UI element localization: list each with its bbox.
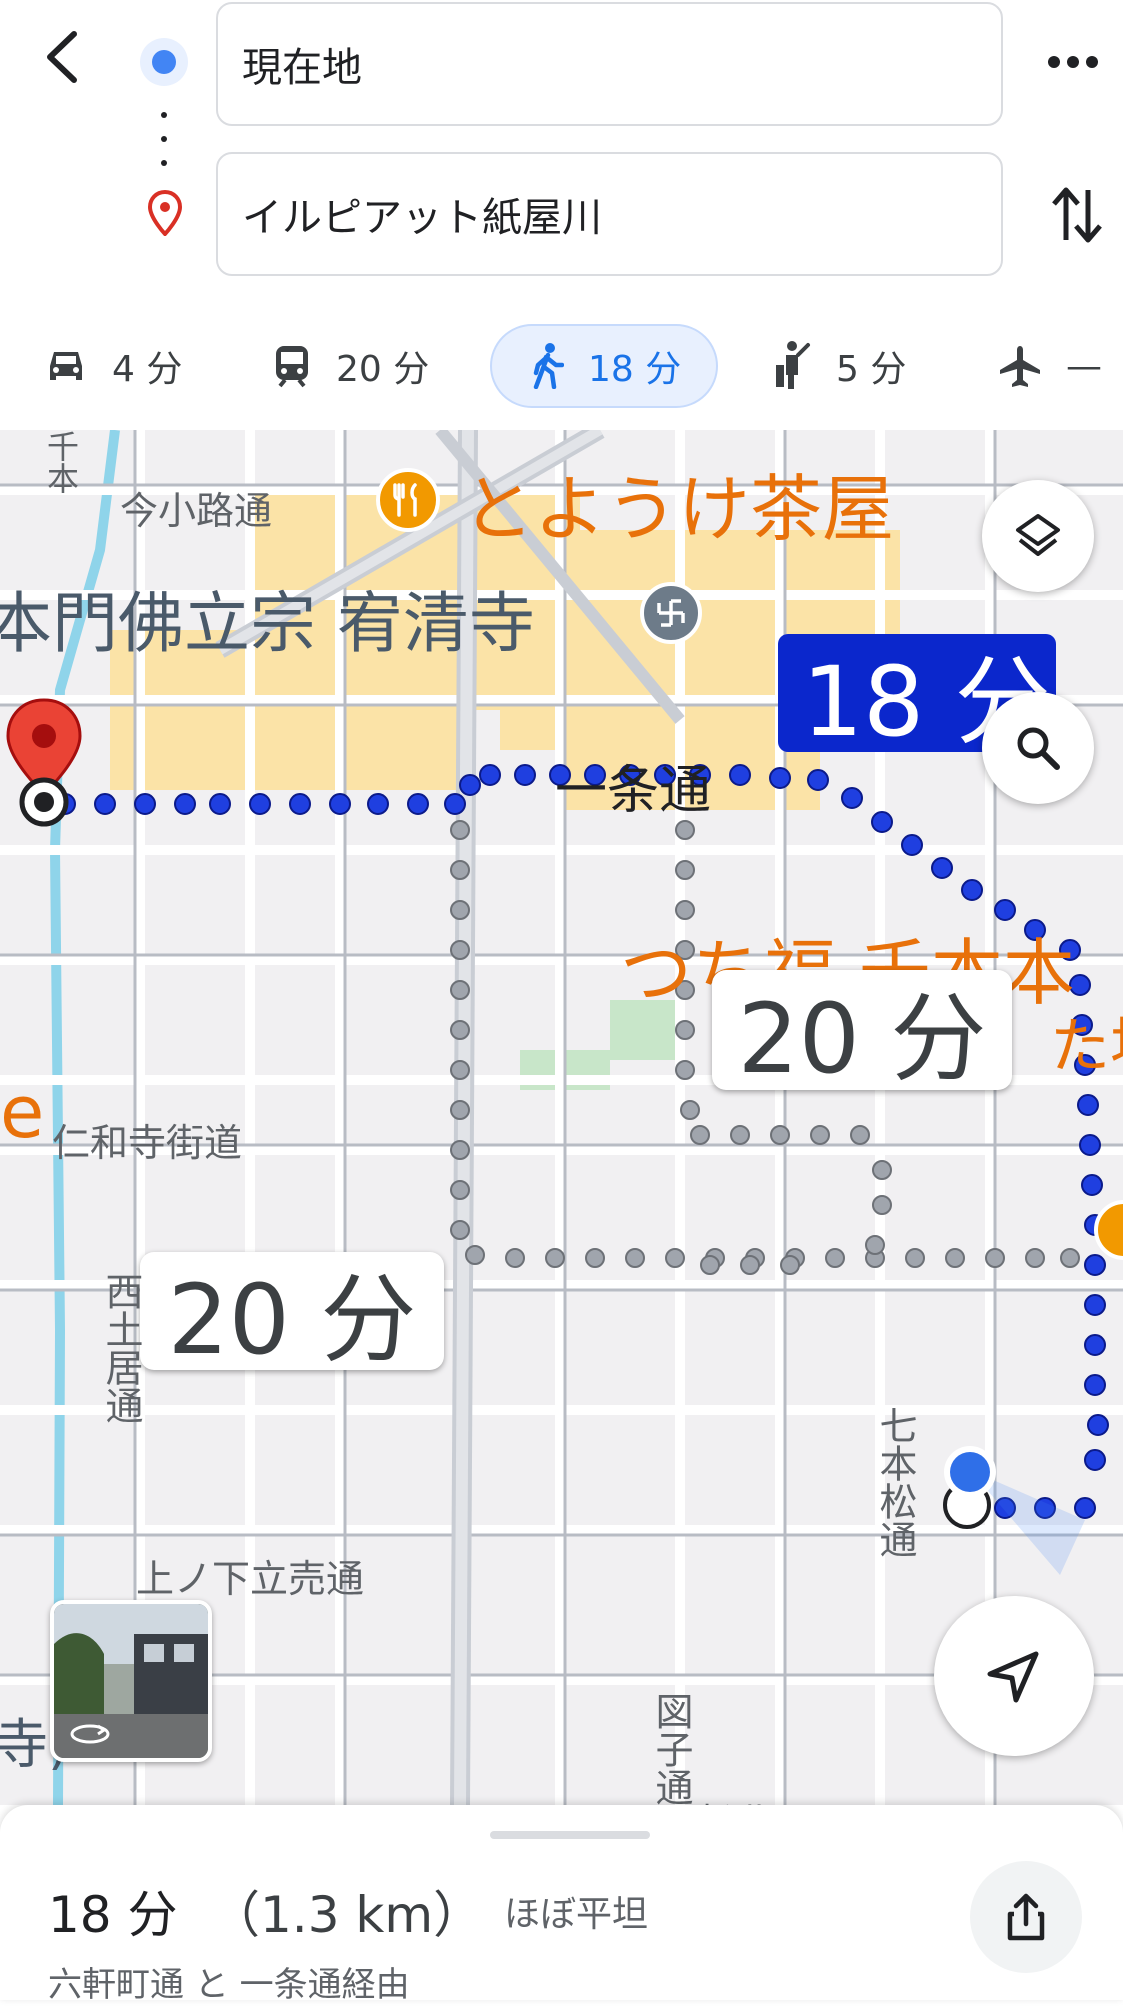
restaurant-icon[interactable]: [376, 468, 440, 532]
destination-pin-icon: [147, 189, 183, 237]
route-time-bubble-alt2[interactable]: 20 分: [140, 1252, 444, 1376]
street-view-thumbnail[interactable]: [50, 1600, 212, 1762]
street-label-imakoji: 今小路通: [120, 489, 273, 533]
travel-mode-tabs: 4 分 20 分 18 分 5 分 —: [0, 324, 1123, 408]
street-label-kusa: 図子通: [649, 1692, 693, 1805]
navigation-arrow-icon: [987, 1651, 1039, 1703]
airplane-icon: [1000, 346, 1040, 387]
transit-time: 20 分: [336, 349, 430, 390]
poi-temple-label[interactable]: 本門佛立宗 宥清寺: [0, 570, 535, 666]
share-icon: [1007, 1893, 1045, 1941]
layers-icon: [1016, 514, 1060, 556]
origin-dot-icon: [140, 38, 188, 86]
tab-ride[interactable]: 5 分: [772, 324, 932, 408]
walk-icon: [533, 343, 564, 389]
street-label: 千本: [42, 430, 80, 494]
street-label-matsu: 図 松北通: [648, 1792, 812, 1805]
swap-vert-icon: [1052, 187, 1102, 243]
more-options-button[interactable]: [1046, 50, 1100, 74]
route-via: 六軒町通 と 一条通経由: [48, 1965, 410, 2005]
tab-drive[interactable]: 4 分: [44, 324, 214, 408]
street-label-nishidoi: 西土居通: [99, 1272, 143, 1424]
street-label-ichijo: 一条通: [555, 761, 712, 821]
back-arrow-icon: [47, 31, 77, 83]
street-label-ninnaji: 仁和寺街道: [52, 1121, 243, 1165]
tab-walk[interactable]: 18 分: [490, 324, 718, 408]
car-icon: [50, 352, 82, 380]
my-location-button[interactable]: [934, 1596, 1094, 1756]
street-label-shichihon: 七本松通: [873, 1406, 917, 1558]
share-button[interactable]: [970, 1861, 1082, 1973]
map-canvas[interactable]: 千本 今小路通 とようけ茶屋 本門佛立宗 宥清寺 18 分 一条通 つち福 千本…: [0, 430, 1123, 1805]
swap-button[interactable]: [1050, 184, 1104, 246]
directions-header: 現在地 イルピアット紙屋川 4 分 20 分 18 分 5 分 —: [0, 0, 1123, 430]
street-label-kaminoshita: 上ノ下立売通: [136, 1557, 365, 1601]
route-time-bubble-alt[interactable]: 20 分: [712, 970, 1012, 1095]
layers-button[interactable]: [982, 480, 1094, 592]
ride-icon: [776, 341, 810, 389]
back-button[interactable]: [36, 22, 96, 92]
poi-left-partial-label[interactable]: e: [0, 1070, 44, 1154]
poi-restaurant-label[interactable]: とようけ茶屋: [462, 450, 894, 555]
flight-time: —: [1066, 345, 1102, 387]
more-horiz-icon: [1048, 56, 1098, 68]
route-dots-icon: [161, 112, 167, 166]
origin-input[interactable]: 現在地: [216, 2, 1003, 126]
tab-flight[interactable]: —: [998, 324, 1123, 408]
walk-time: 18 分: [588, 349, 682, 390]
train-icon: [276, 346, 308, 388]
poi-shop-partial-label[interactable]: た場: [1050, 998, 1123, 1085]
temple-icon[interactable]: [640, 582, 702, 644]
route-summary-sheet[interactable]: 18 分 （1.3 km） ほぼ平坦 六軒町通 と 一条通経由: [0, 1805, 1123, 2005]
ride-time: 5 分: [836, 349, 907, 390]
destination-input[interactable]: イルピアット紙屋川: [216, 152, 1003, 276]
route-duration: 18 分: [48, 1886, 178, 1944]
route-terrain: ほぼ平坦: [504, 1894, 649, 1935]
drive-time: 4 分: [112, 349, 183, 390]
sheet-drag-handle[interactable]: [490, 1831, 650, 1839]
search-map-button[interactable]: [982, 692, 1094, 804]
tab-transit[interactable]: 20 分: [272, 324, 452, 408]
destination-marker-icon[interactable]: [4, 698, 84, 828]
rotate-360-icon: [70, 1724, 110, 1744]
search-icon: [1017, 727, 1060, 770]
route-distance: （1.3 km）: [210, 1886, 484, 1944]
